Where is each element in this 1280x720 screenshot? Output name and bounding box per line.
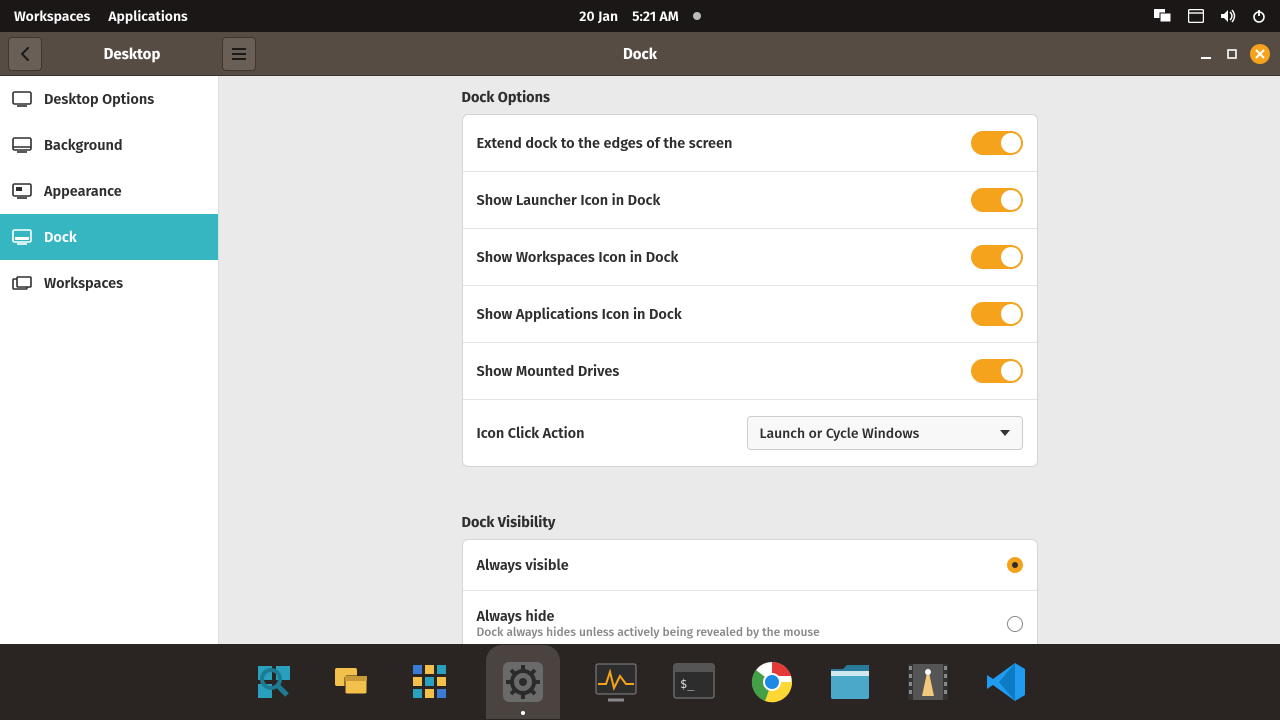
dock-system-monitor-icon[interactable] [594,660,638,704]
sidebar-item-label: Dock [44,228,77,246]
row-label: Show Mounted Drives [477,362,620,380]
toggle-show-workspaces[interactable] [971,245,1023,269]
row-label: Show Applications Icon in Dock [477,305,682,323]
back-button[interactable] [8,37,42,71]
calendar-icon[interactable] [1188,9,1204,23]
settings-window: Desktop Dock Desktop Options [0,32,1280,644]
dock-vscode-icon[interactable] [984,660,1028,704]
row-show-drives: Show Mounted Drives [463,343,1037,400]
workspaces-icon [12,276,32,290]
row-label: Always visible [477,556,569,574]
dock-launcher-icon[interactable] [252,660,296,704]
sidebar-item-desktop-options[interactable]: Desktop Options [0,76,218,122]
row-icon-click-action: Icon Click Action Launch or Cycle Window… [463,400,1037,466]
row-always-hide[interactable]: Always hide Dock always hides unless act… [463,591,1037,644]
row-sublabel: Dock always hides unless actively being … [477,626,820,640]
radio-always-hide[interactable] [1007,616,1023,632]
window-overview-icon[interactable] [1154,9,1172,23]
toggle-extend-dock[interactable] [971,131,1023,155]
top-panel: Workspaces Applications 20 Jan 5:21 AM [0,0,1280,32]
back-section-label: Desktop [42,45,222,63]
dropdown-icon-click-action[interactable]: Launch or Cycle Windows [747,416,1023,450]
sidebar-item-label: Appearance [44,182,122,200]
hamburger-menu-button[interactable] [222,37,256,71]
settings-content[interactable]: Dock Options Extend dock to the edges of… [219,76,1280,644]
toggle-show-applications[interactable] [971,302,1023,326]
section-title-dock-options: Dock Options [462,88,1038,106]
minimize-button[interactable] [1198,46,1214,62]
sidebar-item-label: Workspaces [44,274,123,292]
row-show-applications: Show Applications Icon in Dock [463,286,1037,343]
dock-options-panel: Extend dock to the edges of the screen S… [462,114,1038,467]
dock-terminal-icon[interactable]: $_ [672,660,716,704]
sidebar-item-workspaces[interactable]: Workspaces [0,260,218,306]
sidebar-item-appearance[interactable]: Appearance [0,168,218,214]
radio-always-visible[interactable] [1007,557,1023,573]
dock-applications-icon[interactable] [408,660,452,704]
dock-icon [12,229,32,245]
sidebar-item-dock[interactable]: Dock [0,214,218,260]
dock-settings-icon[interactable] [486,645,560,719]
row-label: Extend dock to the edges of the screen [477,134,733,152]
row-label: Always hide [477,607,820,625]
appearance-icon [12,183,32,199]
toggle-show-launcher[interactable] [971,188,1023,212]
svg-text:$_: $_ [680,677,695,691]
row-always-visible[interactable]: Always visible [463,540,1037,591]
row-show-workspaces: Show Workspaces Icon in Dock [463,229,1037,286]
dock-visibility-panel: Always visible Always hide Dock always h… [462,539,1038,644]
volume-icon[interactable] [1220,9,1236,23]
topbar-applications[interactable]: Applications [108,8,187,25]
maximize-button[interactable] [1224,46,1240,62]
row-label: Show Workspaces Icon in Dock [477,248,679,266]
window-titlebar: Desktop Dock [0,32,1280,76]
power-icon[interactable] [1252,9,1266,23]
sidebar-item-label: Desktop Options [44,90,154,108]
background-icon [12,137,32,153]
close-button[interactable] [1250,44,1270,64]
window-title: Dock [623,45,657,63]
topbar-date[interactable]: 20 Jan [579,8,618,25]
topbar-time[interactable]: 5:21 AM [632,8,679,25]
dropdown-value: Launch or Cycle Windows [760,425,920,442]
settings-sidebar: Desktop Options Background Appearance Do… [0,76,219,644]
dock: $_ [0,644,1280,720]
notification-dot-icon[interactable] [693,12,701,20]
row-show-launcher: Show Launcher Icon in Dock [463,172,1037,229]
topbar-workspaces[interactable]: Workspaces [14,8,90,25]
monitor-icon [12,91,32,107]
section-title-dock-visibility: Dock Visibility [462,513,1038,531]
dock-workspaces-icon[interactable] [330,660,374,704]
dock-media-icon[interactable] [906,660,950,704]
row-label: Icon Click Action [477,424,585,442]
row-label: Show Launcher Icon in Dock [477,191,661,209]
sidebar-item-background[interactable]: Background [0,122,218,168]
chevron-down-icon [1000,430,1010,436]
row-extend-dock: Extend dock to the edges of the screen [463,115,1037,172]
dock-chrome-icon[interactable] [750,660,794,704]
sidebar-item-label: Background [44,136,123,154]
dock-files-icon[interactable] [828,660,872,704]
toggle-show-drives[interactable] [971,359,1023,383]
